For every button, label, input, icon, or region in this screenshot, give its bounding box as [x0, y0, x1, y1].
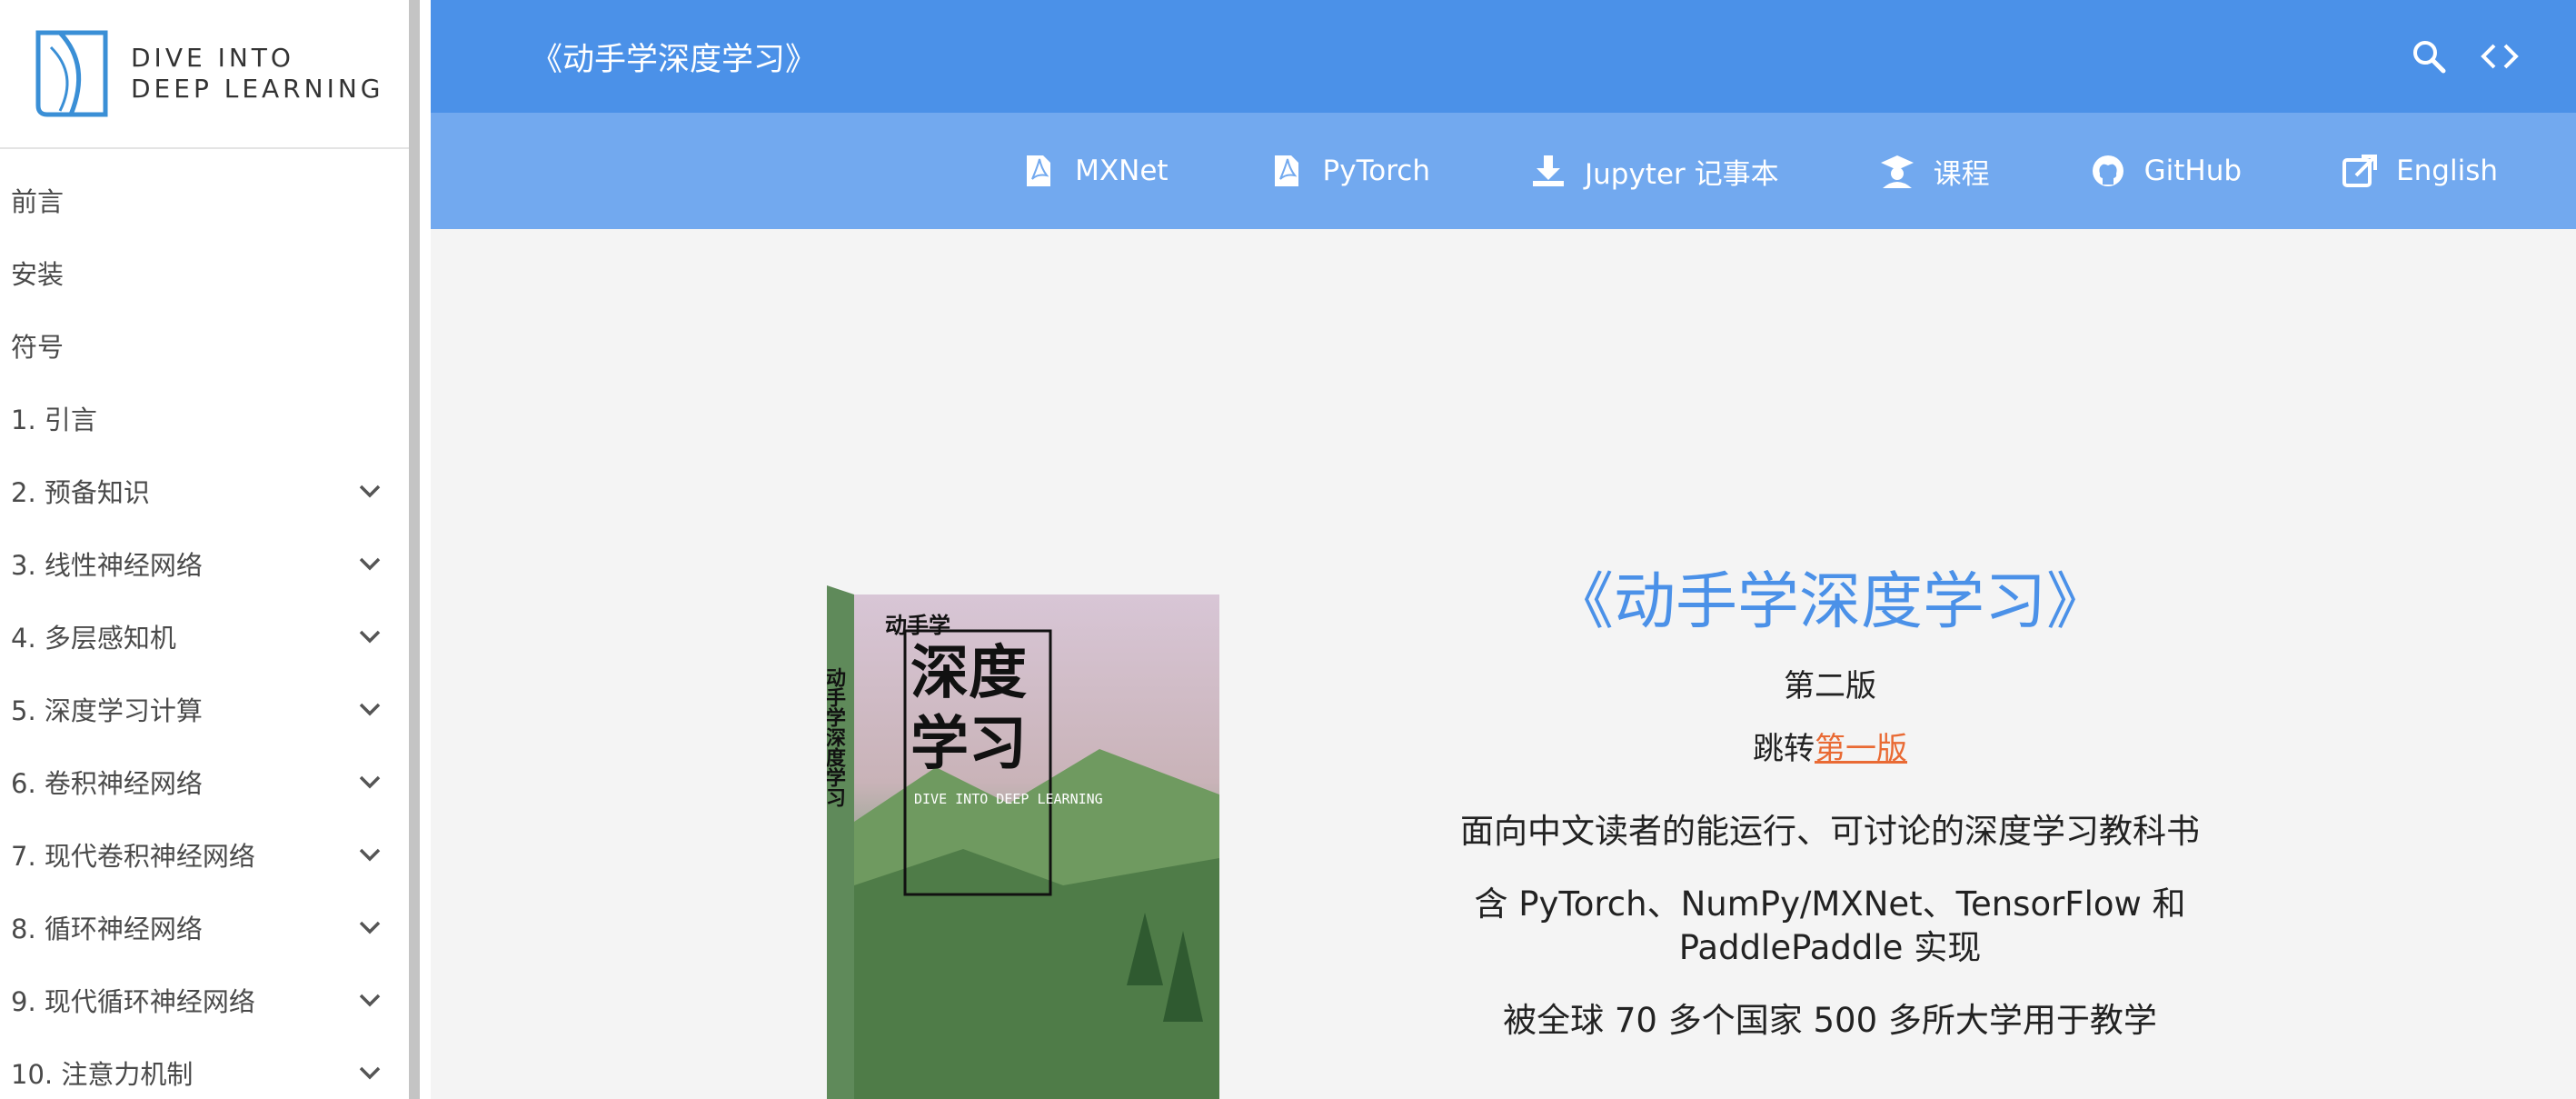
sidebar-item-label: 5. 深度学习计算	[11, 695, 203, 726]
logo-line-2: DEEP LEARNING	[131, 74, 384, 104]
sidebar: DIVE INTO DEEP LEARNING 前言安装符号 1. 引言 2. 预备…	[0, 0, 420, 1099]
pdf-icon	[1268, 153, 1305, 189]
hero-jump: 跳转第一版	[1430, 724, 2230, 768]
sidebar-item-label: 6. 卷积神经网络	[11, 768, 203, 799]
nav-link[interactable]: English	[2342, 153, 2498, 189]
nav-bar: MXNet PyTorch Jupyter 记事本 课程 GitHub English	[431, 113, 2576, 229]
sidebar-item-label: 符号	[11, 332, 65, 363]
sidebar-item[interactable]: 符号	[0, 309, 409, 382]
sidebar-item[interactable]: 安装	[0, 236, 409, 309]
page-title[interactable]: 《动手学深度学习》	[531, 34, 817, 80]
sidebar-item[interactable]: 8. 循环神经网络	[0, 891, 409, 964]
logo-line-1: DIVE INTO	[131, 43, 294, 73]
sidebar-item[interactable]: 前言	[0, 164, 409, 236]
hero-edition: 第二版	[1784, 668, 1876, 704]
sidebar-item-label: 前言	[11, 186, 65, 217]
sidebar-item-label: 9. 现代循环神经网络	[11, 986, 255, 1017]
external-link-icon	[2342, 153, 2378, 189]
sidebar-item-label: 安装	[11, 259, 65, 290]
nav-link[interactable]: GitHub	[2090, 153, 2242, 189]
site-logo[interactable]: DIVE INTO DEEP LEARNING	[0, 0, 409, 149]
chevron-down-icon[interactable]	[354, 1057, 385, 1088]
hero-line-3: 被全球 70 多个国家 500 多所大学用于教学	[1503, 1001, 2157, 1040]
sidebar-item[interactable]: 6. 卷积神经网络	[0, 745, 409, 818]
chevron-down-icon[interactable]	[354, 621, 385, 652]
top-icons	[2407, 35, 2521, 78]
cover-title-line-2: 学习	[910, 710, 1027, 778]
hero: 《动手学深度学习》 第二版 跳转第一版 面向中文读者的能运行、可讨论的深度学习教…	[1430, 551, 2230, 1072]
chevron-down-icon[interactable]	[354, 548, 385, 579]
nav-link-label: GitHub	[2143, 155, 2243, 187]
sidebar-item-label: 10. 注意力机制	[11, 1059, 194, 1090]
hero-line-1: 面向中文读者的能运行、可讨论的深度学习教科书	[1460, 812, 2200, 851]
nav-link-label: MXNet	[1075, 155, 1169, 187]
jump-prefix: 跳转	[1753, 731, 1815, 767]
cover-spine: 动手学深度学习	[827, 667, 846, 808]
nav-link[interactable]: PyTorch	[1268, 153, 1430, 189]
chevron-down-icon[interactable]	[354, 984, 385, 1015]
chevron-down-icon[interactable]	[354, 839, 385, 870]
sidebar-item[interactable]: 3. 线性神经网络	[0, 527, 409, 600]
nav-link-label: PyTorch	[1322, 155, 1430, 187]
nav-link-label: Jupyter 记事本	[1584, 157, 1779, 191]
nav-link[interactable]: 课程	[1879, 151, 1990, 192]
pdf-icon	[1020, 153, 1057, 189]
cover-publisher-mark: 动手学	[885, 613, 950, 638]
sidebar-item-label: 1. 引言	[11, 405, 97, 435]
hero-title: 《动手学深度学习》	[1551, 566, 2108, 638]
chevron-down-icon[interactable]	[354, 766, 385, 797]
teacher-icon	[1879, 153, 1915, 189]
hero-line-2: 含 PyTorch、NumPy/MXNet、TensorFlow 和 Paddl…	[1474, 884, 2186, 967]
logo-icon	[35, 30, 108, 117]
sidebar-item[interactable]: 4. 多层感知机	[0, 600, 409, 673]
cover-title-line-1: 深度	[910, 639, 1027, 707]
search-icon[interactable]	[2407, 35, 2451, 78]
github-icon	[2090, 153, 2126, 189]
nav-link[interactable]: MXNet	[1020, 153, 1169, 189]
nav-link-label: 课程	[1933, 157, 1990, 191]
sidebar-item[interactable]: 1. 引言	[0, 382, 409, 455]
first-edition-link[interactable]: 第一版	[1815, 731, 1907, 767]
sidebar-item[interactable]: 9. 现代循环神经网络	[0, 964, 409, 1036]
nav-link[interactable]: Jupyter 记事本	[1530, 151, 1779, 192]
sidebar-item-label: 3. 线性神经网络	[11, 550, 203, 581]
chevron-down-icon[interactable]	[354, 912, 385, 943]
sidebar-item[interactable]: 5. 深度学习计算	[0, 673, 409, 745]
sidebar-item-label: 4. 多层感知机	[11, 623, 176, 654]
chevron-down-icon[interactable]	[354, 694, 385, 724]
main-content: 动手学 深度 学习 DIVE INTO DEEP LEARNING 动手学深度学…	[431, 229, 2576, 1099]
logo-text: DIVE INTO DEEP LEARNING	[131, 43, 383, 105]
code-icon[interactable]	[2478, 35, 2521, 78]
sidebar-item-label: 2. 预备知识	[11, 477, 150, 508]
download-icon	[1530, 153, 1566, 189]
sidebar-item-label: 8. 循环神经网络	[11, 914, 203, 944]
table-of-contents: 前言安装符号 1. 引言 2. 预备知识 3. 线性神经网络 4. 多层感知机 5. 深度…	[0, 149, 409, 1099]
top-bar: 《动手学深度学习》	[431, 0, 2576, 113]
chevron-down-icon[interactable]	[354, 475, 385, 506]
cover-english-title: DIVE INTO DEEP LEARNING	[914, 791, 1103, 807]
book-cover-image: 动手学 深度 学习 DIVE INTO DEEP LEARNING 动手学深度学…	[827, 585, 1219, 1099]
sidebar-item[interactable]: 2. 预备知识	[0, 455, 409, 527]
nav-link-label: English	[2396, 155, 2498, 187]
sidebar-item[interactable]: 7. 现代卷积神经网络	[0, 818, 409, 891]
sidebar-item[interactable]: 10. 注意力机制	[0, 1036, 409, 1099]
sidebar-item-label: 7. 现代卷积神经网络	[11, 841, 255, 872]
